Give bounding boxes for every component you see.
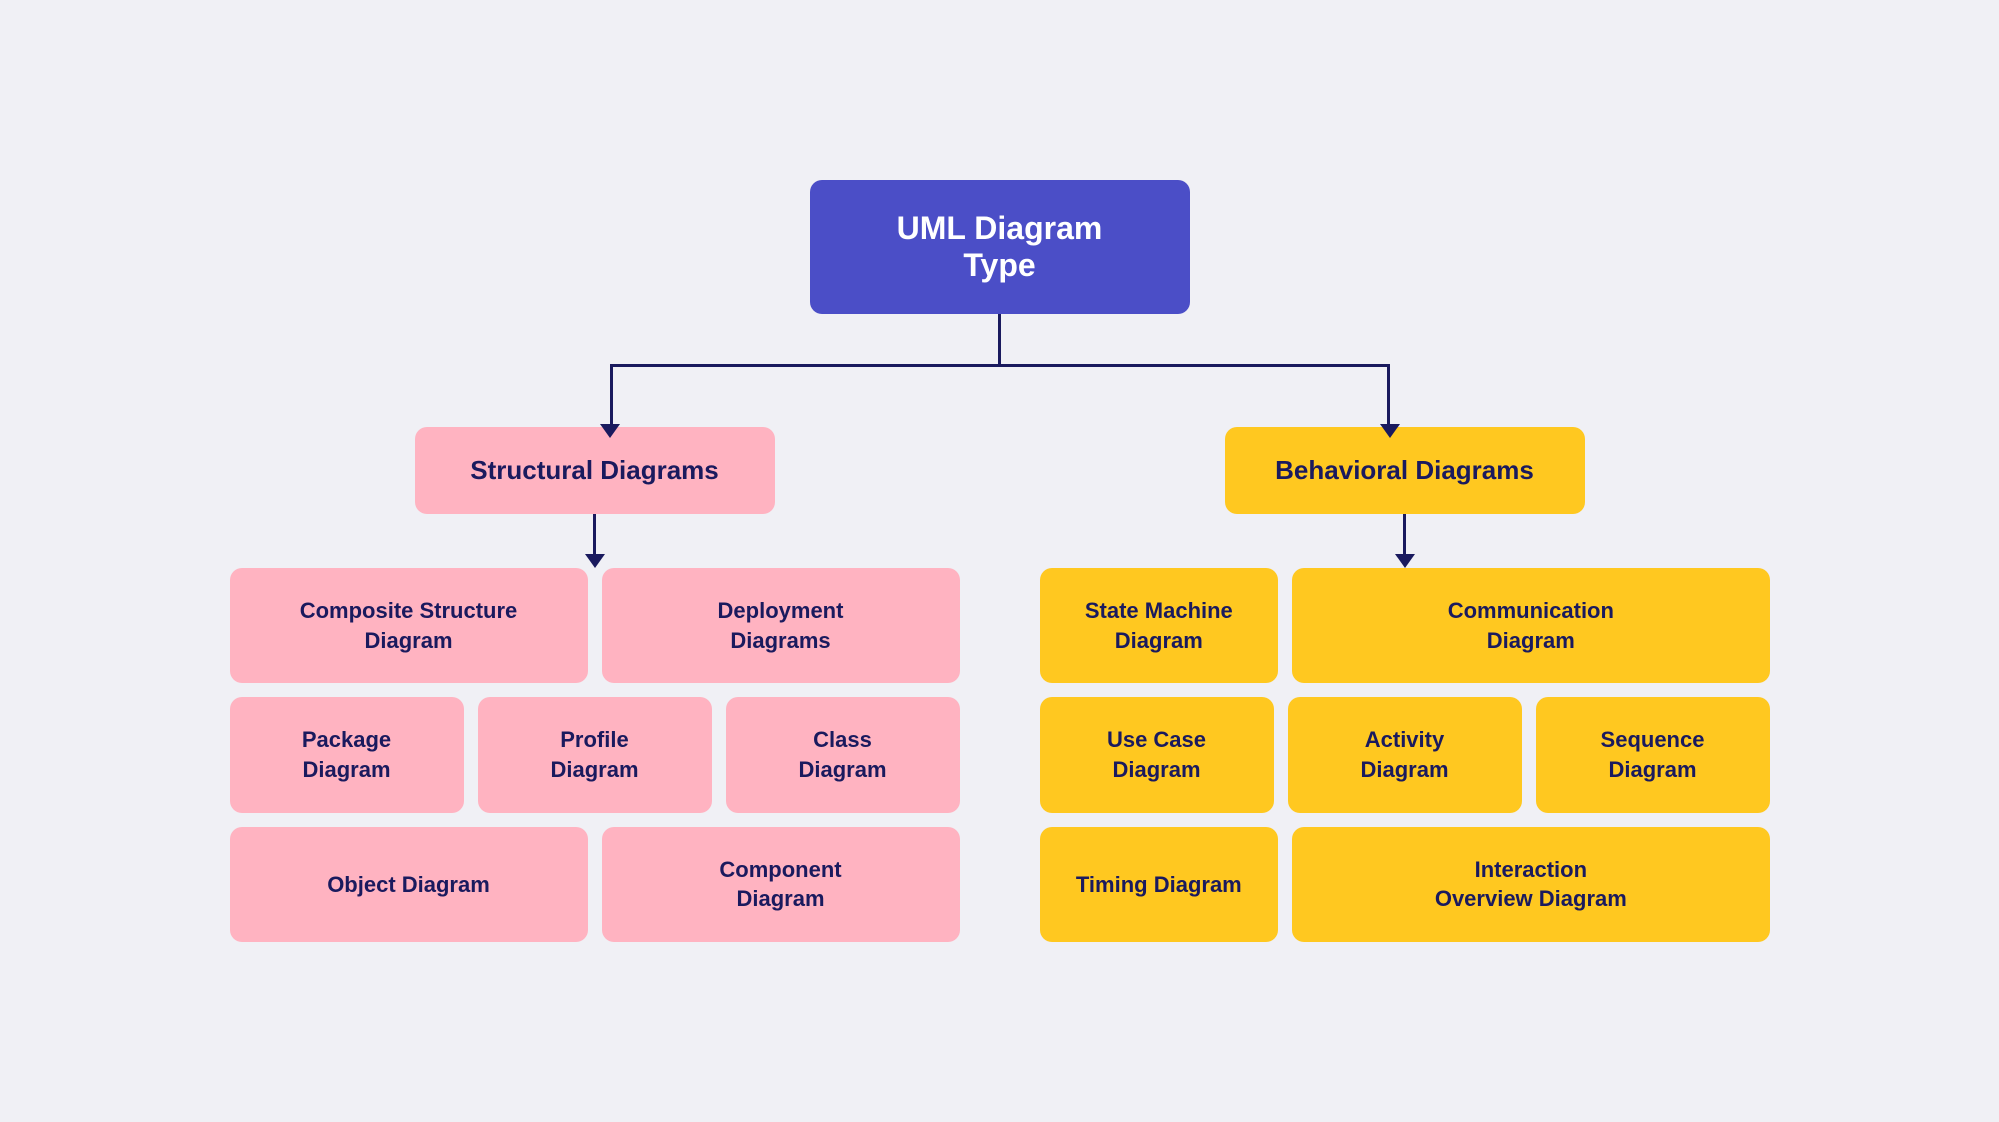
behavioral-label: Behavioral Diagrams bbox=[1275, 455, 1534, 485]
communication-diagram: CommunicationDiagram bbox=[1292, 568, 1769, 683]
object-diagram: Object Diagram bbox=[230, 827, 588, 942]
structural-node: Structural Diagrams bbox=[415, 427, 775, 514]
structural-row1: Composite StructureDiagram DeploymentDia… bbox=[230, 568, 960, 683]
structural-connector bbox=[585, 514, 605, 568]
behavioral-row2: Use CaseDiagram ActivityDiagram Sequence… bbox=[1040, 697, 1770, 812]
composite-structure-diagram: Composite StructureDiagram bbox=[230, 568, 588, 683]
structural-vline bbox=[593, 514, 596, 554]
root-label: UML Diagram Type bbox=[897, 210, 1103, 283]
root-vline bbox=[998, 314, 1001, 364]
use-case-diagram: Use CaseDiagram bbox=[1040, 697, 1274, 812]
behavioral-connector bbox=[1395, 514, 1415, 568]
interaction-overview-diagram: InteractionOverview Diagram bbox=[1292, 827, 1769, 942]
behavioral-row3: Timing Diagram InteractionOverview Diagr… bbox=[1040, 827, 1770, 942]
structural-arrow bbox=[585, 554, 605, 568]
right-arrow bbox=[1380, 424, 1400, 438]
behavioral-children: State MachineDiagram CommunicationDiagra… bbox=[1040, 568, 1770, 942]
diagram-container: UML Diagram Type Structural Diagrams bbox=[100, 180, 1900, 942]
left-arrow bbox=[600, 424, 620, 438]
class-diagram: ClassDiagram bbox=[726, 697, 960, 812]
package-diagram: PackageDiagram bbox=[230, 697, 464, 812]
behavioral-branch: Behavioral Diagrams State MachineDiagram… bbox=[1040, 427, 1770, 942]
timing-diagram: Timing Diagram bbox=[1040, 827, 1279, 942]
branch-drops bbox=[400, 367, 1600, 427]
left-vline bbox=[610, 367, 613, 427]
structural-children: Composite StructureDiagram DeploymentDia… bbox=[230, 568, 960, 942]
structural-branch: Structural Diagrams Composite StructureD… bbox=[230, 427, 960, 942]
component-diagram: ComponentDiagram bbox=[602, 827, 960, 942]
behavioral-arrow bbox=[1395, 554, 1415, 568]
behavioral-vline bbox=[1403, 514, 1406, 554]
root-node: UML Diagram Type bbox=[810, 180, 1190, 314]
sequence-diagram: SequenceDiagram bbox=[1536, 697, 1770, 812]
profile-diagram: ProfileDiagram bbox=[478, 697, 712, 812]
behavioral-row1: State MachineDiagram CommunicationDiagra… bbox=[1040, 568, 1770, 683]
root-connector bbox=[998, 314, 1001, 364]
activity-diagram: ActivityDiagram bbox=[1288, 697, 1522, 812]
state-machine-diagram: State MachineDiagram bbox=[1040, 568, 1279, 683]
structural-row3: Object Diagram ComponentDiagram bbox=[230, 827, 960, 942]
deployment-diagrams: DeploymentDiagrams bbox=[602, 568, 960, 683]
structural-label: Structural Diagrams bbox=[470, 455, 719, 485]
behavioral-node: Behavioral Diagrams bbox=[1225, 427, 1585, 514]
structural-row2: PackageDiagram ProfileDiagram ClassDiagr… bbox=[230, 697, 960, 812]
right-vline bbox=[1387, 367, 1390, 427]
two-branches: Structural Diagrams Composite StructureD… bbox=[100, 427, 1900, 942]
